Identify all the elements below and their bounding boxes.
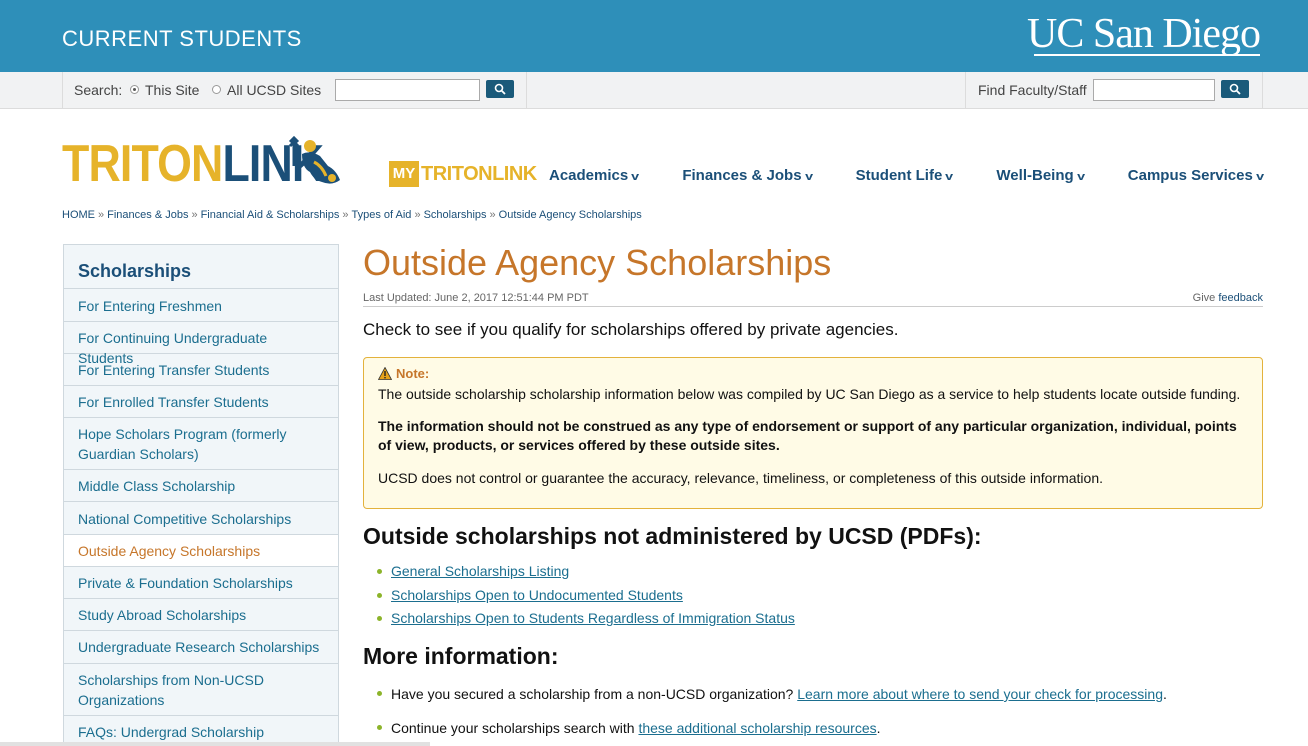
breadcrumb-separator: » — [342, 209, 349, 221]
breadcrumb-types-of-aid[interactable]: Types of Aid — [352, 209, 412, 221]
note-heading-text: Note: — [396, 366, 430, 381]
breadcrumb-separator: » — [489, 209, 496, 221]
sidebar-title[interactable]: Scholarships — [64, 245, 338, 289]
chevron-down-icon: v — [804, 171, 813, 183]
link-additional-resources[interactable]: these additional scholarship resources — [638, 720, 876, 736]
faculty-search: Find Faculty/Staff — [965, 72, 1263, 109]
feedback-prefix: Give — [1192, 292, 1216, 304]
tritonlink-logo-part1: TRITON — [62, 135, 223, 193]
sidebar-item-entering-freshmen[interactable]: For Entering Freshmen — [64, 289, 338, 322]
feedback-link[interactable]: feedback — [1218, 292, 1263, 304]
logo-underline — [1034, 54, 1260, 56]
triton-mascot-icon — [288, 136, 340, 184]
nav-label: Finances & Jobs — [682, 167, 802, 184]
breadcrumb-separator: » — [191, 209, 198, 221]
top-banner: CURRENT STUDENTS UC San Diego — [0, 0, 1308, 72]
breadcrumb-separator: » — [98, 209, 105, 221]
search-bar: Search: This Site All UCSD Sites Find Fa… — [0, 72, 1308, 109]
list-item: Scholarships Open to Undocumented Studen… — [377, 584, 795, 608]
more-info-text: Continue your scholarships search with — [391, 720, 635, 736]
sidebar-item-national-competitive[interactable]: National Competitive Scholarships — [64, 502, 338, 535]
search-icon — [1229, 83, 1241, 95]
nav-label: Academics — [549, 167, 629, 184]
sidebar-item-outside-agency[interactable]: Outside Agency Scholarships — [64, 535, 338, 567]
radio-all-sites-label[interactable]: All UCSD Sites — [227, 82, 321, 98]
faculty-input[interactable] — [1093, 79, 1215, 101]
chevron-down-icon: v — [631, 171, 640, 183]
section-heading-more-info: More information: — [363, 643, 559, 669]
nav-campus-services[interactable]: Campus Services v — [1127, 167, 1264, 184]
breadcrumb-current: Outside Agency Scholarships — [498, 209, 642, 221]
search-label: Search: — [74, 82, 123, 98]
breadcrumb-home[interactable]: HOME — [62, 209, 95, 221]
list-item: General Scholarships Listing — [377, 560, 795, 584]
breadcrumb-financial-aid[interactable]: Financial Aid & Scholarships — [201, 209, 340, 221]
link-undocumented-students[interactable]: Scholarships Open to Undocumented Studen… — [391, 587, 683, 603]
more-info-list: Have you secured a scholarship from a no… — [377, 677, 1167, 745]
sidebar: Scholarships For Entering Freshmen For C… — [63, 244, 339, 746]
search-icon — [494, 83, 506, 95]
breadcrumb: HOME» Finances & Jobs» Financial Aid & Sch… — [62, 209, 642, 221]
nav-well-being[interactable]: Well-Being v — [996, 167, 1085, 184]
chevron-down-icon: v — [1076, 171, 1085, 183]
more-info-suffix: . — [876, 720, 881, 736]
breadcrumb-separator: » — [414, 209, 421, 221]
note-paragraph-3: UCSD does not control or guarantee the a… — [378, 470, 1103, 486]
faculty-label: Find Faculty/Staff — [978, 82, 1087, 98]
last-updated: Last Updated: June 2, 2017 12:51:44 PM P… — [363, 292, 589, 304]
nav-label: Student Life — [855, 167, 943, 184]
note-box: Note: The outside scholarship scholarshi… — [363, 357, 1263, 509]
pdf-link-list: General Scholarships Listing Scholarship… — [377, 560, 795, 631]
nav-academics[interactable]: Academics v — [549, 167, 640, 184]
main-nav: Academics v Finances & Jobs v Student Life… — [549, 167, 1264, 184]
intro-text: Check to see if you qualify for scholars… — [363, 320, 899, 339]
warning-icon — [378, 367, 392, 380]
radio-this-site-label[interactable]: This Site — [145, 82, 199, 98]
sidebar-item-middle-class[interactable]: Middle Class Scholarship — [64, 470, 338, 502]
more-info-suffix: . — [1162, 686, 1167, 702]
faculty-search-button[interactable] — [1221, 80, 1249, 98]
list-item: Continue your scholarships search with t… — [377, 711, 1167, 745]
note-paragraph-2: The information should not be construed … — [378, 418, 1237, 453]
tritonlink-logo[interactable]: TRITONLINK — [62, 134, 324, 194]
note-paragraph-1: The outside scholarship scholarship info… — [378, 386, 1241, 402]
feedback: Give feedback — [1193, 292, 1263, 304]
nav-finances-jobs[interactable]: Finances & Jobs v — [682, 167, 813, 184]
site-search: Search: This Site All UCSD Sites — [62, 72, 527, 109]
sidebar-item-undergrad-research[interactable]: Undergraduate Research Scholarships — [64, 631, 338, 664]
more-info-text: Have you secured a scholarship from a no… — [391, 686, 794, 702]
search-input[interactable] — [335, 79, 480, 101]
radio-this-site[interactable] — [130, 85, 139, 94]
list-item: Scholarships Open to Students Regardless… — [377, 607, 795, 631]
nav-student-life[interactable]: Student Life v — [855, 167, 954, 184]
ucsd-logo[interactable]: UC San Diego — [1027, 10, 1261, 58]
nav-label: Well-Being — [996, 167, 1074, 184]
section-heading-pdfs: Outside scholarships not administered by… — [363, 523, 982, 549]
sidebar-item-non-ucsd[interactable]: Scholarships from Non-UCSD Organizations — [64, 664, 338, 716]
radio-all-sites[interactable] — [212, 85, 221, 94]
link-send-check[interactable]: Learn more about where to send your chec… — [797, 686, 1163, 702]
sidebar-item-hope-scholars[interactable]: Hope Scholars Program (formerly Guardian… — [64, 418, 338, 470]
search-button[interactable] — [486, 80, 514, 98]
sidebar-item-continuing-undergrad[interactable]: For Continuing Undergraduate Students — [64, 322, 338, 366]
sidebar-item-study-abroad[interactable]: Study Abroad Scholarships — [64, 599, 338, 631]
mytritonlink-my: MY — [389, 161, 419, 187]
chevron-down-icon: v — [1255, 171, 1264, 183]
sidebar-item-entering-transfer[interactable]: For Entering Transfer Students — [64, 354, 338, 386]
list-item: Have you secured a scholarship from a no… — [377, 677, 1167, 711]
chevron-down-icon: v — [945, 171, 954, 183]
sidebar-item-enrolled-transfer[interactable]: For Enrolled Transfer Students — [64, 386, 338, 418]
mytritonlink-text: TRITONLINK — [421, 163, 537, 185]
nav-label: Campus Services — [1127, 167, 1253, 184]
horizontal-scrollbar[interactable] — [0, 742, 430, 746]
breadcrumb-scholarships[interactable]: Scholarships — [424, 209, 487, 221]
sidebar-item-private-foundation[interactable]: Private & Foundation Scholarships — [64, 567, 338, 599]
link-regardless-immigration[interactable]: Scholarships Open to Students Regardless… — [391, 610, 795, 626]
title-divider — [363, 306, 1263, 307]
site-title[interactable]: CURRENT STUDENTS — [62, 26, 302, 52]
note-heading: Note: — [378, 366, 429, 381]
breadcrumb-finances-jobs[interactable]: Finances & Jobs — [107, 209, 188, 221]
link-general-scholarships[interactable]: General Scholarships Listing — [391, 563, 569, 579]
page-title: Outside Agency Scholarships — [363, 242, 832, 283]
